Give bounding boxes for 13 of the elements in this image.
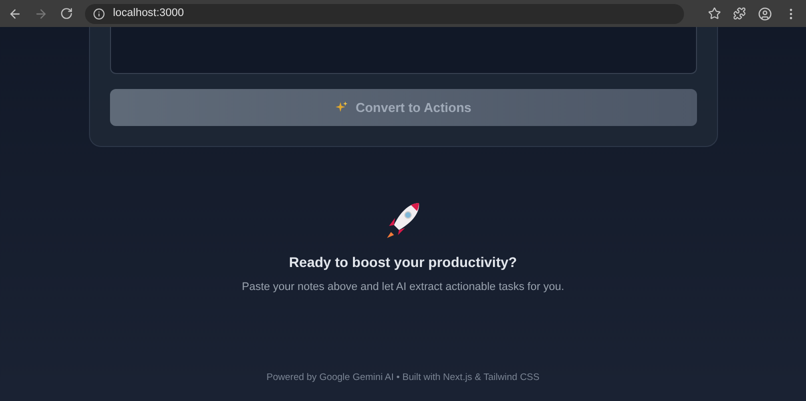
back-icon[interactable] [8,6,22,20]
bookmark-icon[interactable] [708,7,722,20]
reload-icon[interactable] [60,7,73,20]
address-bar[interactable]: localhost:3000 [84,4,684,24]
empty-state-message: Paste your notes above and let AI extract actionable tasks for you. [242,280,564,295]
sparkle-icon [334,101,348,114]
footer-text: Powered by Google Gemini AI • Built with Next.js & Tailwind CSS [266,370,540,384]
notes-input[interactable] [110,27,696,74]
empty-state-title: Ready to boost your productivity? [289,253,517,272]
extensions-icon[interactable] [733,7,746,20]
forward-icon[interactable] [34,6,48,20]
profile-icon[interactable] [758,6,772,20]
info-icon [92,8,105,20]
